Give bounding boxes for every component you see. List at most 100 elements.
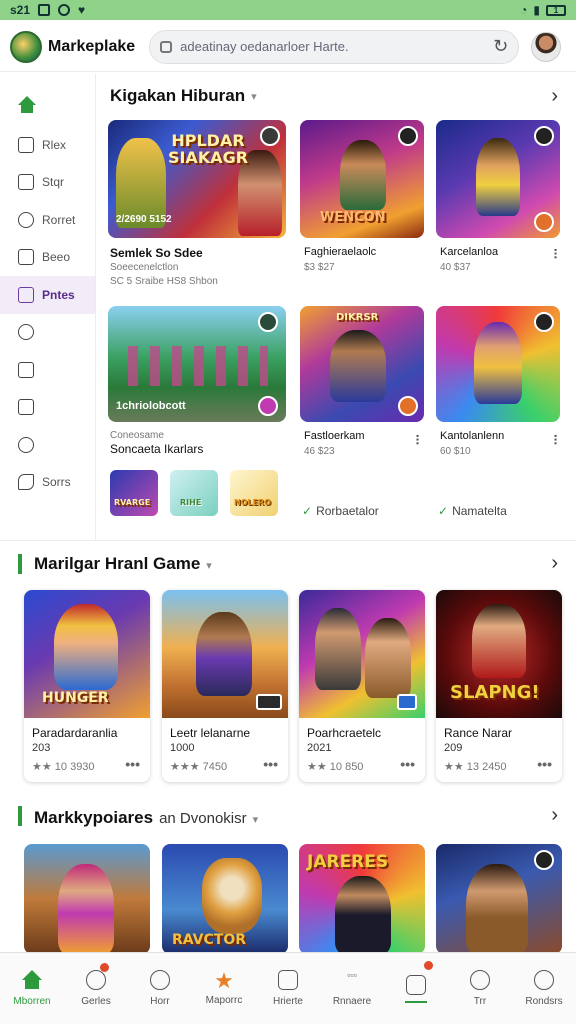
- tile-title: Faghieraelaolc: [304, 246, 377, 258]
- more-options-icon[interactable]: ···: [548, 434, 564, 445]
- tile-badge-icon: [256, 694, 282, 710]
- sidebar-item-rlex[interactable]: Rlex: [0, 126, 95, 164]
- app-title: Markeplake: [48, 37, 136, 55]
- game-card[interactable]: [24, 844, 150, 954]
- chevron-right-icon[interactable]: ›: [551, 85, 558, 108]
- game-tile[interactable]: 1chriolobcott: [108, 306, 286, 422]
- lock-icon: [160, 40, 173, 53]
- game-card[interactable]: JARERES: [299, 844, 425, 954]
- search-input[interactable]: adeatinay oedanarloer Harte.: [180, 39, 493, 54]
- section-market: Markkypoiares an Dvonokisr ▾ › RAVCTOR JAR…: [0, 800, 576, 954]
- chevron-right-icon[interactable]: ›: [551, 552, 558, 575]
- tile-title: Karcelanloa: [440, 246, 499, 258]
- link-rorbaetalor[interactable]: ✓ Rorbaetalor: [302, 504, 379, 518]
- game-card[interactable]: RAVCTOR: [162, 844, 288, 954]
- tile-badge-icon: [397, 694, 417, 710]
- app-notification-icon: [58, 4, 71, 16]
- battery-icon: 1: [546, 4, 566, 16]
- game-card[interactable]: SLAPNG! Rance Narar 209 ★★ 13 2450 •••: [436, 590, 562, 782]
- nav-item-inbox[interactable]: [384, 953, 448, 1024]
- nav-item-trr[interactable]: Trr: [448, 953, 512, 1024]
- nav-item-hrierte[interactable]: Hrierte: [256, 953, 320, 1024]
- profile-icon: [534, 970, 554, 990]
- character-art: [196, 612, 252, 696]
- nav-item-rnnaere[interactable]: ▫▫▫ Rnnaere: [320, 953, 384, 1024]
- tile-subtitle: 60 $10: [440, 446, 471, 457]
- mini-art-title: RIHE: [180, 498, 202, 507]
- sidebar-item-copyright[interactable]: [0, 426, 95, 464]
- bookmark-icon: [18, 286, 34, 303]
- card-title: Rance Narar: [444, 726, 513, 740]
- user-avatar[interactable]: [531, 31, 562, 62]
- app-logo[interactable]: [10, 30, 42, 63]
- tile-badge-icon: [534, 312, 554, 332]
- tile-title: Semlek So Sdee: [110, 246, 203, 260]
- sidebar-item-shop[interactable]: [0, 351, 95, 389]
- sidebar-item-home[interactable]: [0, 74, 95, 126]
- sidebar-item-stqr[interactable]: Stqr: [0, 164, 95, 202]
- nav-item-favorites[interactable]: ★ Maporrc: [192, 953, 256, 1024]
- chevron-down-icon[interactable]: ▾: [206, 560, 212, 572]
- emoji-icon: [278, 970, 298, 990]
- card-art-title: JARERES: [307, 852, 389, 872]
- refresh-icon[interactable]: ↻: [493, 36, 508, 57]
- tile-subtitle: $3 $27: [304, 262, 335, 273]
- game-tile[interactable]: WENCON: [300, 120, 424, 238]
- more-options-icon[interactable]: ···: [410, 434, 426, 445]
- more-options-icon[interactable]: ···: [548, 248, 564, 259]
- character-art: [365, 618, 411, 698]
- chevron-down-icon[interactable]: ▾: [253, 814, 259, 826]
- mini-game-thumb[interactable]: RIHE: [170, 470, 218, 516]
- section-title: Kigakan Hiburan: [110, 86, 246, 105]
- game-card[interactable]: HUNGER Paradardaranlia 203 ★★ 10 3930 ••…: [24, 590, 150, 782]
- more-options-icon[interactable]: •••: [125, 756, 140, 772]
- more-options-icon[interactable]: •••: [263, 756, 278, 772]
- sidebar-item-beeo[interactable]: Beeo: [0, 239, 95, 277]
- character-art: [340, 140, 386, 210]
- puzzle-icon: [18, 474, 34, 491]
- character-art: [474, 322, 522, 404]
- game-card[interactable]: [436, 844, 562, 954]
- game-card[interactable]: Leetr lelanarne 1000 ★★★ 7450 •••: [162, 590, 288, 782]
- sidebar-item-pntes[interactable]: Pntes: [0, 276, 95, 314]
- document-icon: [18, 249, 34, 266]
- card-rating: ★★ 13 2450: [444, 761, 507, 773]
- notification-badge: [100, 963, 109, 972]
- mini-game-thumb[interactable]: NOLERO: [230, 470, 278, 516]
- nav-item-home[interactable]: Mborren: [0, 953, 64, 1024]
- nav-item-games[interactable]: Gerles: [64, 953, 128, 1024]
- nav-item-profile[interactable]: Rondsrs: [512, 953, 576, 1024]
- check-icon: ✓: [302, 504, 313, 518]
- search-icon: [470, 970, 490, 990]
- crowd-art: [128, 346, 268, 386]
- nav-item-horr[interactable]: Horr: [128, 953, 192, 1024]
- tile-caption: 1chriolobcott: [116, 400, 186, 412]
- card-image: SLAPNG!: [436, 590, 562, 718]
- search-bar[interactable]: adeatinay oedanarloer Harte. ↻: [149, 29, 520, 64]
- game-tile[interactable]: [436, 306, 560, 422]
- section-games: Marilgar Hranl Game ▾ › HUNGER Paradardar…: [0, 548, 576, 794]
- sidebar-item-rorret[interactable]: Rorret: [0, 201, 95, 239]
- character-art: [476, 138, 520, 216]
- tile-caption: 2/2690 5152: [116, 214, 172, 225]
- chevron-right-icon[interactable]: ›: [551, 804, 558, 827]
- game-tile[interactable]: DIKRSR: [300, 306, 424, 422]
- game-tile[interactable]: HPLDAR SIAKAGR 2/2690 5152: [108, 120, 286, 238]
- mini-game-thumb[interactable]: RVARGE: [110, 470, 158, 516]
- more-options-icon[interactable]: •••: [537, 756, 552, 772]
- tile-art-title: DIKRSR: [336, 312, 379, 323]
- link-namatelta[interactable]: ✓ Namatelta: [438, 504, 507, 518]
- character-art: [315, 608, 361, 690]
- more-options-icon[interactable]: •••: [400, 756, 415, 772]
- bottom-navigation: Mborren Gerles Horr ★ Maporrc Hrierte ▫▫▫…: [0, 952, 576, 1024]
- card-rating: ★★ 10 3930: [32, 761, 95, 773]
- sidebar-item-notes[interactable]: [0, 389, 95, 427]
- game-tile[interactable]: [436, 120, 560, 238]
- sidebar-item-chat[interactable]: [0, 314, 95, 352]
- section-header: Kigakan Hiburan ▾ ›: [96, 74, 576, 118]
- game-card[interactable]: Poarhcraetelc 2021 ★★ 10 850 •••: [299, 590, 425, 782]
- chevron-down-icon[interactable]: ▾: [251, 90, 257, 103]
- sidebar-item-sorrs[interactable]: Sorrs: [0, 464, 95, 502]
- card-rating: ★★★ 7450: [170, 761, 228, 773]
- app-header: Markeplake adeatinay oedanarloer Harte. …: [0, 22, 576, 72]
